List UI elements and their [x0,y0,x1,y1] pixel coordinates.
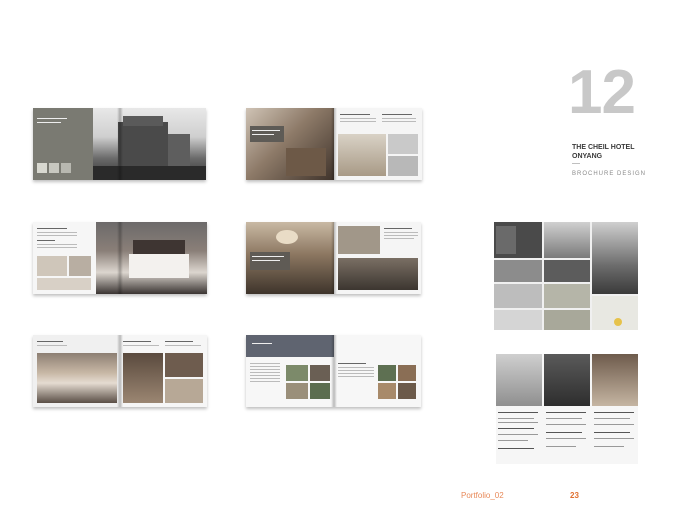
title-divider [572,163,580,164]
page-number: 23 [570,491,579,500]
project-title: THE CHEIL HOTEL ONYANG [572,143,652,161]
brochure-spread-room [33,222,207,294]
portfolio-label: Portfolio_02 [461,491,504,500]
brochure-spread-exterior [33,108,206,180]
brochure-spread-ballroom [246,222,421,294]
project-subtitle: BROCHURE DESIGN [572,171,647,177]
brochure-spread-tour [246,335,421,407]
portfolio-page: 12 THE CHEIL HOTEL ONYANG BROCHURE DESIG… [0,0,700,525]
brochure-collage-bottom [496,354,638,464]
project-title-line2: ONYANG [572,153,603,160]
project-number: 12 [568,58,636,127]
brochure-spread-lobby [246,108,422,180]
brochure-collage-top [494,222,638,330]
project-title-line1: THE CHEIL HOTEL [572,144,635,151]
brochure-spread-lounge [33,335,207,407]
